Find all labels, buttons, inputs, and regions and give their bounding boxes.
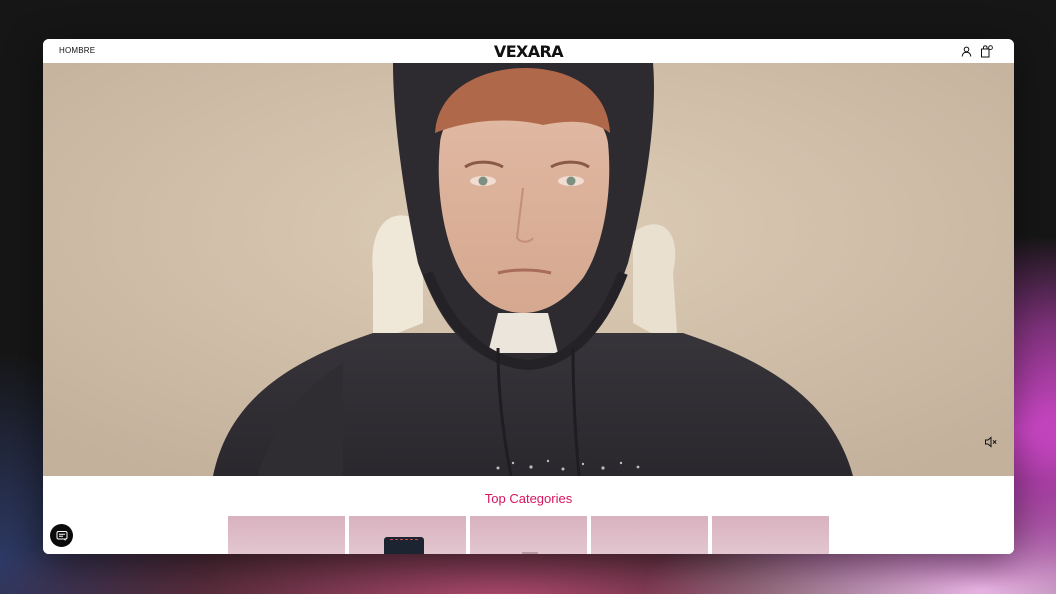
category-card[interactable]	[470, 516, 587, 554]
category-card[interactable]	[349, 516, 466, 554]
category-card[interactable]	[591, 516, 708, 554]
category-card[interactable]	[228, 516, 345, 554]
site-header: HOMBRE VEXARA	[43, 39, 1014, 63]
shopping-bag-icon	[980, 44, 993, 57]
section-title: Top Categories	[484, 491, 573, 506]
chat-button[interactable]	[50, 524, 73, 547]
top-categories-section: Top Categories	[43, 476, 1014, 554]
chat-icon	[56, 530, 67, 541]
category-carousel	[228, 516, 829, 554]
account-button[interactable]	[959, 44, 973, 58]
volume-muted-icon	[985, 436, 997, 448]
site-logo[interactable]: VEXARA	[43, 42, 1014, 61]
jeans-image	[384, 537, 424, 554]
product-image	[522, 552, 538, 554]
cart-button[interactable]	[979, 44, 993, 58]
hero-image	[43, 63, 1014, 476]
browser-page: HOMBRE VEXARA Top Categories	[43, 39, 1014, 554]
mute-toggle[interactable]	[984, 435, 998, 449]
hero-video[interactable]	[43, 63, 1014, 476]
category-card[interactable]	[712, 516, 829, 554]
account-icon	[961, 46, 971, 57]
